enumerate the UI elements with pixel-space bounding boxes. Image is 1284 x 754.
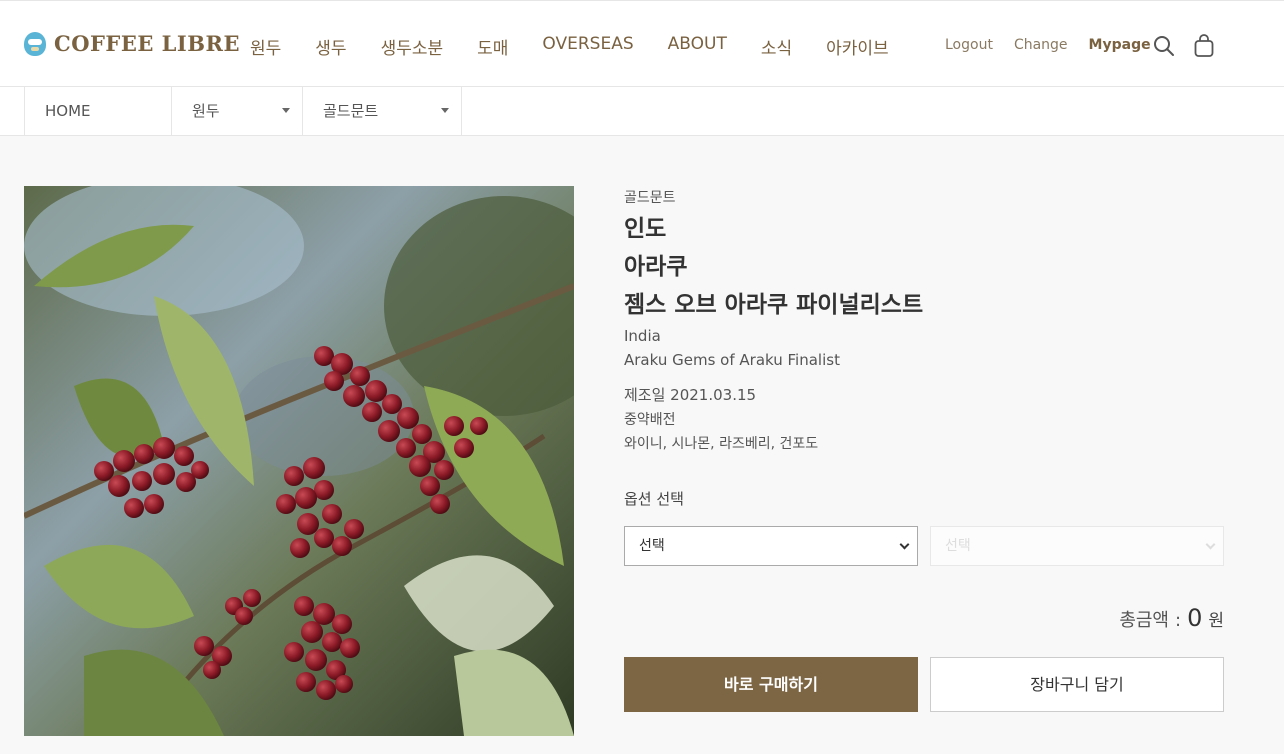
total-colon: : [1175,610,1182,631]
option-select-1-value: 선택 [639,538,665,554]
product-image [24,186,574,736]
product-title-line-1: 인도 [624,216,667,242]
nav-item-overseas[interactable]: OVERSEAS [542,34,633,59]
product-brand: 골드문트 [624,190,676,206]
product-title-en-line-1: India [624,327,661,345]
breadcrumb-category-label: 원두 [192,102,220,120]
option-select-1[interactable]: 선택 [624,526,918,566]
nav-item-saengdu[interactable]: 생두 [315,34,346,59]
search-icon[interactable] [1152,34,1176,58]
nav-item-saengdu-sobun[interactable]: 생두소분 [381,34,444,59]
option-label: 옵션 선택 [624,490,684,508]
buy-now-button[interactable]: 바로 구매하기 [624,657,918,712]
breadcrumb-category-dropdown[interactable]: 원두 [171,87,302,135]
total-label: 총금액 [1119,610,1169,631]
shopping-bag-icon[interactable] [1192,34,1216,58]
wrestler-mask-icon [24,31,46,56]
nav-item-news[interactable]: 소식 [761,34,792,59]
chevron-down-icon [1205,539,1216,550]
total-amount: 0 [1187,604,1203,632]
logout-link[interactable]: Logout [945,37,993,53]
breadcrumb-subcategory-dropdown[interactable]: 골드문트 [302,87,462,135]
total-unit: 원 [1208,611,1224,631]
product-title-line-3: 젬스 오브 아라쿠 파이널리스트 [624,292,924,318]
logo-text: COFFEE LIBRE [54,31,240,56]
breadcrumb-subcategory-label: 골드문트 [323,102,379,120]
add-to-cart-button[interactable]: 장바구니 담기 [930,657,1224,712]
top-header: COFFEE LIBRE 원두 생두 생두소분 도매 OVERSEAS ABOU… [0,0,1284,87]
nav-item-archive[interactable]: 아카이브 [826,34,889,59]
product-title-line-2: 아라쿠 [624,254,688,280]
nav-item-wondu[interactable]: 원두 [250,34,281,59]
caret-down-icon [282,108,290,113]
mypage-link[interactable]: Mypage [1089,37,1151,53]
product-title-en-line-2: Araku Gems of Araku Finalist [624,351,840,369]
nav-item-wholesale[interactable]: 도매 [477,34,508,59]
option-select-2[interactable]: 선택 [930,526,1224,566]
product-info: 골드문트 인도 아라쿠 젬스 오브 아라쿠 파이널리스트 India Araku… [624,186,1224,456]
logo[interactable]: COFFEE LIBRE [24,31,240,56]
manufacture-date: 제조일 2021.03.15 [624,386,757,404]
nav-item-about[interactable]: ABOUT [668,34,727,59]
breadcrumb-home-label: HOME [45,102,91,120]
total-price: 총금액 : 0 원 [1119,604,1224,632]
util-links: Logout Change Mypage [945,37,1172,53]
option-select-2-value: 선택 [945,538,971,554]
chevron-down-icon [899,539,910,550]
flavor-notes: 와이니, 시나몬, 라즈베리, 건포도 [624,436,819,452]
roast-level: 중약배전 [624,412,676,428]
breadcrumb-home[interactable]: HOME [24,87,171,135]
breadcrumb: HOME 원두 골드문트 [0,87,1284,136]
caret-down-icon [441,108,449,113]
change-link[interactable]: Change [1014,37,1068,53]
main-nav: 원두 생두 생두소분 도매 OVERSEAS ABOUT 소식 아카이브 [250,34,923,59]
